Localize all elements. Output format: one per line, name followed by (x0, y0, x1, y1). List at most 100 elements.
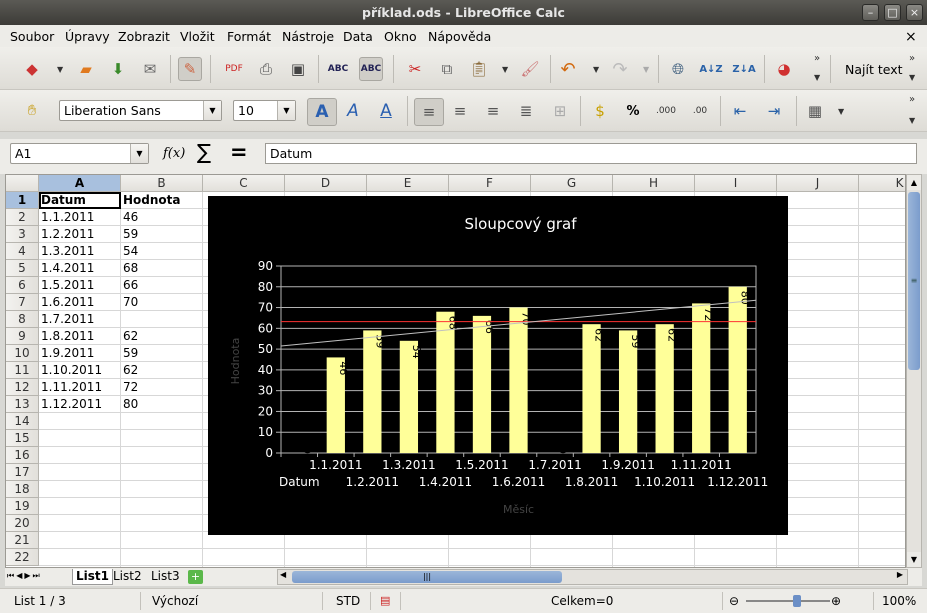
row-header-19[interactable]: 19 (6, 498, 39, 515)
row-header-8[interactable]: 8 (6, 311, 39, 328)
column-header-b[interactable]: B (121, 175, 203, 192)
row-header-14[interactable]: 14 (6, 413, 39, 430)
cell-a9[interactable]: 1.8.2011 (39, 328, 121, 345)
bar-chart[interactable]: 0 10 20 30 40 50 60 70 80 90 0 46 59 54 68 66 70 0 62 59 62 7… (208, 196, 788, 535)
sheet-tab-list2[interactable]: List2 (110, 569, 145, 585)
menu-napoveda[interactable]: Nápověda (428, 29, 491, 44)
vertical-scrollbar[interactable]: ▲ ≡ ▼ (906, 174, 922, 568)
cell-a12[interactable]: 1.11.2011 (39, 379, 121, 396)
menu-upravy[interactable]: Úpravy (65, 29, 110, 44)
cell-a10[interactable]: 1.9.2011 (39, 345, 121, 362)
cell-a5[interactable]: 1.4.2011 (39, 260, 121, 277)
paste-dropdown-icon[interactable]: ▼ (502, 65, 508, 74)
column-header-d[interactable]: D (285, 175, 367, 192)
undo-dropdown-icon[interactable]: ▼ (593, 65, 599, 74)
cell-b3[interactable]: 59 (121, 226, 203, 243)
chevron-down-icon[interactable]: ▼ (130, 144, 148, 163)
cell-a1[interactable]: Datum (39, 192, 121, 209)
decrease-indent-icon[interactable]: ⇤ (728, 99, 752, 123)
column-header-c[interactable]: C (203, 175, 285, 192)
find-text-label[interactable]: Najít text (845, 62, 903, 77)
new-dropdown-icon[interactable]: ▼ (57, 65, 63, 74)
open-folder-icon[interactable]: ▰ (74, 57, 98, 81)
align-center-icon[interactable]: ≡ (448, 99, 472, 123)
italic-icon[interactable]: A (341, 99, 365, 123)
bold-icon[interactable]: A (307, 98, 337, 126)
add-decimal-icon[interactable]: .00 (688, 99, 712, 123)
sheet-tab-list3[interactable]: List3 (148, 569, 183, 585)
borders-dropdown-icon[interactable]: ▼ (838, 107, 844, 116)
cell-a11[interactable]: 1.10.2011 (39, 362, 121, 379)
cell-b8[interactable] (121, 311, 203, 328)
cell-b12[interactable]: 72 (121, 379, 203, 396)
column-header-j[interactable]: J (777, 175, 859, 192)
formula-input[interactable]: Datum (265, 143, 917, 164)
cell-b2[interactable]: 46 (121, 209, 203, 226)
edit-mode-icon[interactable]: ✎ (178, 57, 202, 81)
menu-zobrazit[interactable]: Zobrazit (118, 29, 170, 44)
redo-dropdown-icon[interactable]: ▼ (643, 65, 649, 74)
font-size-combo[interactable]: 10 ▼ (233, 100, 296, 121)
cell-b13[interactable]: 80 (121, 396, 203, 413)
cell-a13[interactable]: 1.12.2011 (39, 396, 121, 413)
spellcheck-icon[interactable]: ABC (326, 57, 350, 81)
sheet-navigation-icons[interactable]: ⏮◀▶⏭ (7, 571, 42, 581)
row-header-10[interactable]: 10 (6, 345, 39, 362)
toolbar-overflow-icon[interactable]: » (814, 53, 820, 64)
maximize-button[interactable]: □ (884, 4, 901, 21)
paste-icon[interactable]: 📋︎ (467, 57, 491, 81)
currency-icon[interactable]: $ (588, 99, 612, 123)
email-icon[interactable]: ✉ (138, 57, 162, 81)
percent-icon[interactable]: % (621, 99, 645, 123)
cell-b1[interactable]: Hodnota (121, 192, 203, 209)
zoom-slider[interactable] (746, 600, 830, 602)
row-header-7[interactable]: 7 (6, 294, 39, 311)
minimize-button[interactable]: – (862, 4, 879, 21)
menu-nastroje[interactable]: Nástroje (282, 29, 334, 44)
zoom-slider-thumb[interactable] (793, 595, 801, 607)
function-wizard-icon[interactable]: f(x) (163, 146, 185, 161)
menu-format[interactable]: Formát (227, 29, 271, 44)
justify-icon[interactable]: ≣ (514, 99, 538, 123)
new-document-icon[interactable]: ◆ (20, 57, 44, 81)
cell-a3[interactable]: 1.2.2011 (39, 226, 121, 243)
merge-cells-icon[interactable]: ⊞ (548, 99, 572, 123)
row-header-21[interactable]: 21 (6, 532, 39, 549)
zoom-in-icon[interactable]: ⊕ (831, 594, 841, 608)
column-header-a[interactable]: A (39, 175, 121, 192)
increase-indent-icon[interactable]: ⇥ (762, 99, 786, 123)
export-pdf-icon[interactable]: PDF (222, 57, 246, 81)
cell-a7[interactable]: 1.6.2011 (39, 294, 121, 311)
menu-data[interactable]: Data (343, 29, 373, 44)
cell-a8[interactable]: 1.7.2011 (39, 311, 121, 328)
close-document-icon[interactable]: × (905, 29, 917, 45)
page-style[interactable]: Výchozí (152, 594, 198, 608)
row-header-1[interactable]: 1 (6, 192, 39, 209)
horizontal-scrollbar[interactable]: ◀ ||| ▶ (277, 569, 908, 585)
row-header-4[interactable]: 4 (6, 243, 39, 260)
sort-descending-icon[interactable]: Z↓A (732, 57, 756, 81)
underline-icon[interactable]: A (374, 99, 398, 123)
column-header-g[interactable]: G (531, 175, 613, 192)
selection-mode[interactable]: STD (336, 594, 360, 608)
row-header-11[interactable]: 11 (6, 362, 39, 379)
sheet-tab-list1[interactable]: List1 (72, 569, 113, 585)
row-header-2[interactable]: 2 (6, 209, 39, 226)
row-header-17[interactable]: 17 (6, 464, 39, 481)
autospellcheck-icon[interactable]: ABC (359, 57, 383, 81)
find-more-icon[interactable]: ▼ (909, 73, 915, 82)
spreadsheet-grid[interactable]: A B C D E F G H I J K 1 2 3 4 5 6 7 8 9 10 11 12 13 14 15 16 17 18 19… (5, 174, 906, 568)
styles-formatting-icon[interactable]: ✋︎ (20, 98, 44, 122)
row-header-13[interactable]: 13 (6, 396, 39, 413)
vertical-scroll-thumb[interactable]: ≡ (908, 192, 920, 370)
undo-icon[interactable]: ↶ (556, 57, 580, 81)
sum-icon[interactable]: ∑ (197, 140, 211, 164)
cell-a6[interactable]: 1.5.2011 (39, 277, 121, 294)
row-header-12[interactable]: 12 (6, 379, 39, 396)
column-header-e[interactable]: E (367, 175, 449, 192)
scroll-right-arrow-icon[interactable]: ▶ (897, 570, 903, 579)
find-overflow-icon[interactable]: » (909, 53, 915, 64)
save-icon[interactable]: ⬇ (106, 57, 130, 81)
cell-b4[interactable]: 54 (121, 243, 203, 260)
clone-formatting-icon[interactable]: 🖌︎ (518, 57, 542, 81)
